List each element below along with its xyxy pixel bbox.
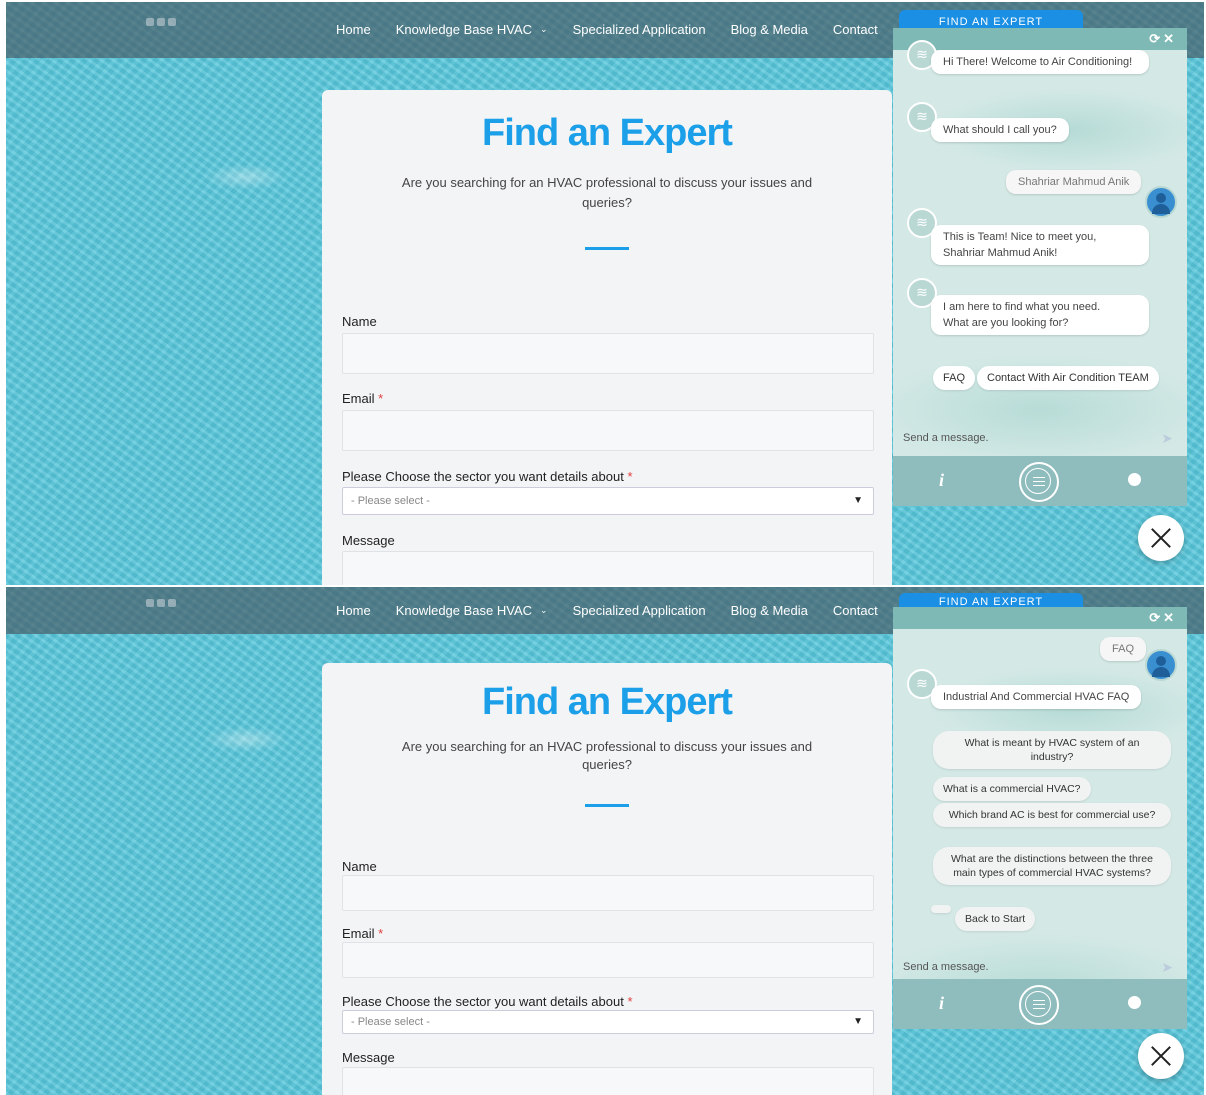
nav-contact[interactable]: Contact <box>833 603 878 618</box>
chevron-down-icon: ⌄ <box>540 605 548 615</box>
info-icon[interactable]: i <box>939 470 944 491</box>
nav-knowledge-base[interactable]: Knowledge Base HVAC ⌄ <box>396 603 548 618</box>
chat-footer: i <box>893 456 1187 506</box>
chat-header: ⟳✕ <box>893 607 1187 629</box>
message-textarea[interactable] <box>342 551 874 585</box>
faq-question-4[interactable]: What are the distinctions between the th… <box>933 847 1171 885</box>
site-logo[interactable] <box>146 599 194 623</box>
nav-specialized-application[interactable]: Specialized Application <box>573 603 706 618</box>
name-label: Name <box>342 314 377 329</box>
menu-icon[interactable] <box>1019 985 1059 1025</box>
name-input[interactable] <box>342 333 874 374</box>
title-divider <box>585 804 629 807</box>
bot-message-meet: This is Team! Nice to meet you, Shahriar … <box>931 225 1149 265</box>
nav-blog-media[interactable]: Blog & Media <box>731 22 808 37</box>
email-input[interactable] <box>342 410 874 451</box>
page-subtitle: Are you searching for an HVAC profession… <box>401 175 813 210</box>
close-icon[interactable]: ✕ <box>1163 31 1177 46</box>
chevron-down-icon: ⌄ <box>540 24 548 34</box>
menu-icon[interactable] <box>1019 462 1059 502</box>
message-textarea[interactable] <box>342 1067 874 1095</box>
screenshot-panel-1: Home Knowledge Base HVAC ⌄ Specialized Ap… <box>6 2 1204 585</box>
find-expert-form-card: Find an Expert Are you searching for an … <box>322 90 892 585</box>
page-title: Find an Expert <box>482 112 733 154</box>
chat-controls: ⟳✕ <box>1149 31 1177 47</box>
empty-chip[interactable] <box>931 905 951 913</box>
caret-down-icon: ▼ <box>853 495 863 506</box>
site-logo[interactable] <box>146 18 194 42</box>
name-input[interactable] <box>342 875 874 911</box>
page-subtitle: Are you searching for an HVAC profession… <box>401 739 813 772</box>
info-icon[interactable]: i <box>939 993 944 1014</box>
page-title: Find an Expert <box>482 681 733 723</box>
send-icon[interactable]: ➤ <box>1161 959 1173 976</box>
chat-widget: ⟳✕ ≋ Hi There! Welcome to Air Conditioni… <box>893 28 1187 506</box>
nav-contact[interactable]: Contact <box>833 22 878 37</box>
back-to-start-button[interactable]: Back to Start <box>955 907 1036 931</box>
chat-message-input[interactable]: Send a message. ➤ <box>893 424 1187 454</box>
faq-question-3[interactable]: Which brand AC is best for commercial us… <box>933 803 1171 827</box>
user-message-faq: FAQ <box>1100 637 1147 661</box>
sector-select[interactable]: - Please select - ▼ <box>342 487 874 515</box>
faq-question-2[interactable]: What is a commercial HVAC? <box>933 777 1091 801</box>
bot-message-welcome: Hi There! Welcome to Air Conditioning! <box>931 50 1149 74</box>
user-avatar <box>1145 649 1177 681</box>
chip-faq[interactable]: FAQ <box>933 366 976 390</box>
main-nav: Home Knowledge Base HVAC ⌄ Specialized Ap… <box>336 603 903 618</box>
nav-specialized-application[interactable]: Specialized Application <box>573 22 706 37</box>
email-label: Email * <box>342 926 384 941</box>
email-input[interactable] <box>342 942 874 978</box>
chip-contact-team[interactable]: Contact With Air Condition TEAM <box>977 366 1159 390</box>
bot-message-ask-name: What should I call you? <box>931 118 1069 142</box>
nav-knowledge-base[interactable]: Knowledge Base HVAC ⌄ <box>396 22 548 37</box>
bot-message-find: I am here to find what you need. What are… <box>931 295 1149 335</box>
emoji-icon[interactable] <box>1128 473 1141 486</box>
chat-controls: ⟳✕ <box>1149 610 1177 626</box>
title-divider <box>585 247 629 250</box>
sector-label: Please Choose the sector you want detail… <box>342 994 633 1009</box>
close-icon[interactable]: ✕ <box>1163 610 1177 625</box>
bot-message-faq: Industrial And Commercial HVAC FAQ <box>931 685 1142 709</box>
close-chat-button[interactable] <box>1138 515 1184 561</box>
message-label: Message <box>342 533 395 548</box>
user-avatar <box>1145 186 1177 218</box>
screenshot-panel-2: Home Knowledge Base HVAC ⌄ Specialized Ap… <box>6 587 1204 1095</box>
name-label: Name <box>342 859 377 874</box>
message-label: Message <box>342 1050 395 1065</box>
sector-label: Please Choose the sector you want detail… <box>342 469 633 484</box>
refresh-icon[interactable]: ⟳ <box>1149 31 1163 46</box>
emoji-icon[interactable] <box>1128 996 1141 1009</box>
sector-select[interactable]: - Please select - ▼ <box>342 1010 874 1034</box>
chat-header: ⟳✕ <box>893 28 1187 50</box>
user-message-name: Shahriar Mahmud Anik <box>1006 170 1142 194</box>
close-chat-button[interactable] <box>1138 1033 1184 1079</box>
chat-footer: i <box>893 979 1187 1029</box>
caret-down-icon: ▼ <box>853 1016 863 1027</box>
nav-home[interactable]: Home <box>336 22 371 37</box>
email-label: Email * <box>342 391 384 406</box>
send-icon[interactable]: ➤ <box>1161 430 1173 447</box>
faq-question-1[interactable]: What is meant by HVAC system of an indus… <box>933 731 1171 769</box>
refresh-icon[interactable]: ⟳ <box>1149 610 1163 625</box>
chat-widget: ⟳✕ FAQ ≋ Industrial And Commercial HVAC … <box>893 607 1187 1029</box>
find-expert-form-card: Find an Expert Are you searching for an … <box>322 663 892 1095</box>
main-nav: Home Knowledge Base HVAC ⌄ Specialized Ap… <box>336 22 903 37</box>
nav-blog-media[interactable]: Blog & Media <box>731 603 808 618</box>
nav-home[interactable]: Home <box>336 603 371 618</box>
